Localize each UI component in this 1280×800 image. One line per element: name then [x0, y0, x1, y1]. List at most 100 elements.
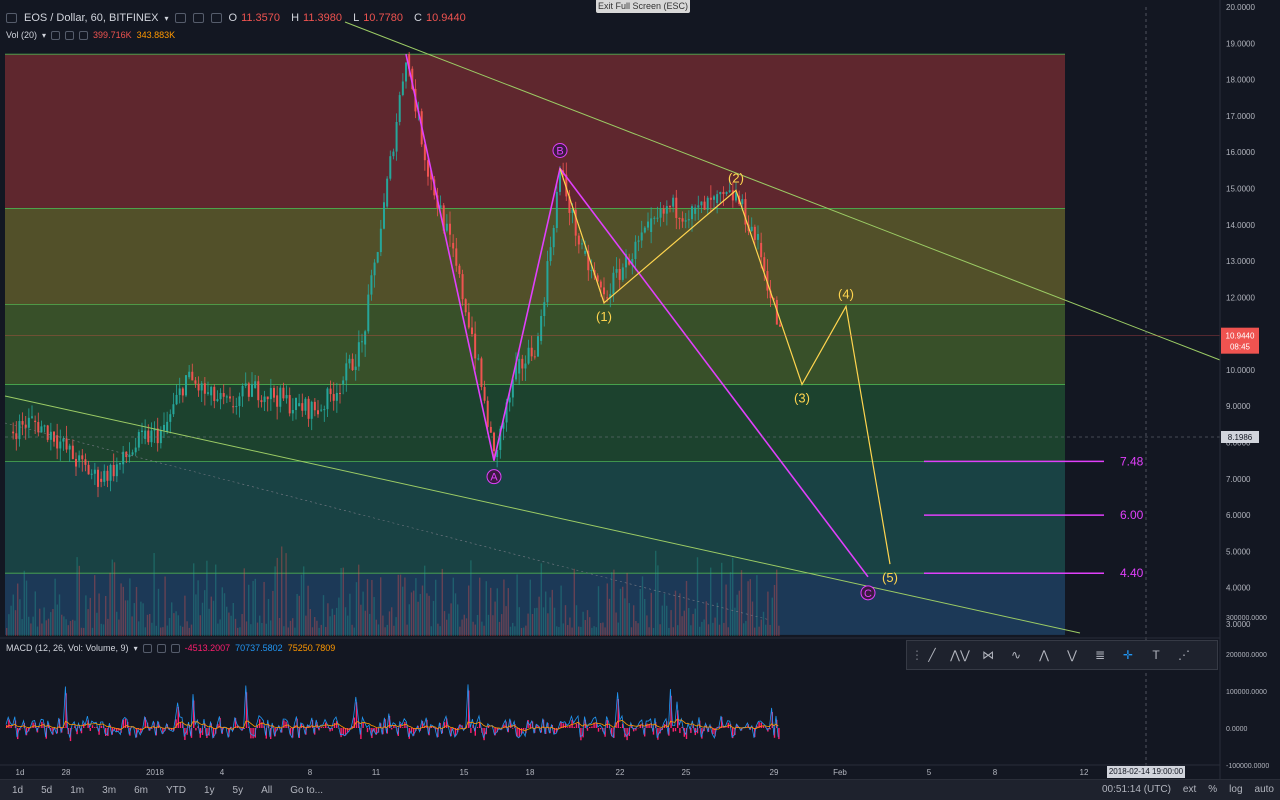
candle-body — [298, 403, 301, 407]
settings-icon[interactable] — [65, 30, 75, 40]
volume-bar — [182, 626, 184, 636]
settings-icon[interactable] — [192, 13, 204, 23]
volume-bar — [677, 625, 679, 636]
volume-bar — [173, 613, 175, 636]
go-to-button[interactable]: Go to... — [284, 785, 329, 796]
volume-bar — [540, 563, 542, 636]
node-tool-icon[interactable]: ⋰ — [1171, 643, 1197, 667]
volume-bar — [43, 607, 45, 636]
volume-bar — [637, 623, 639, 636]
volume-bar — [283, 626, 285, 636]
candle-body — [713, 196, 715, 200]
exit-fullscreen-button[interactable]: Exit Full Screen (ESC) — [596, 0, 690, 13]
volume-bar — [333, 614, 336, 636]
wave-1-5-tool-icon[interactable]: ∿ — [1003, 643, 1029, 667]
range-6m[interactable]: 6m — [128, 785, 154, 796]
volume-bar — [481, 621, 483, 636]
symbol-title[interactable]: EOS / Dollar, 60, BITFINEX — [24, 12, 159, 24]
candle-body — [49, 431, 52, 440]
volume-bar — [373, 597, 375, 636]
candle-body — [357, 342, 360, 367]
dropdown-caret-icon[interactable]: ▾ — [165, 14, 169, 23]
line-tool-icon[interactable]: ╱ — [919, 643, 945, 667]
volume-bar — [549, 597, 551, 636]
volume-bar — [393, 625, 395, 636]
range-ytd[interactable]: YTD — [160, 785, 192, 796]
volume-bar — [672, 627, 674, 636]
elliott-tool-icon[interactable]: ⋈ — [975, 643, 1001, 667]
collapse-icon[interactable] — [6, 13, 17, 23]
settings-icon[interactable] — [156, 643, 166, 653]
volume-bar — [626, 572, 628, 636]
macd-histogram-bar — [366, 728, 369, 733]
time-axis-label: 25 — [682, 768, 691, 777]
volume-bar — [679, 593, 681, 636]
text-tool-icon[interactable]: T — [1143, 643, 1169, 667]
macd-histogram-value: -4513.2007 — [184, 643, 231, 653]
chart-canvas[interactable]: A B C (1) (2) (3) (4) (5) 7.48 6.00 4.40 20.0000 19.… — [0, 0, 1280, 800]
volume-bar — [14, 610, 17, 636]
volume-bar — [221, 587, 223, 636]
eye-icon[interactable] — [174, 13, 186, 23]
candle-body — [757, 234, 759, 240]
crosshair-tool-icon[interactable]: ✛ — [1115, 643, 1141, 667]
volume-bar — [608, 598, 611, 636]
range-all[interactable]: All — [255, 785, 278, 796]
volume-bar — [85, 595, 87, 636]
range-5y[interactable]: 5y — [227, 785, 250, 796]
chart-area[interactable]: A B C (1) (2) (3) (4) (5) 7.48 6.00 4.40 20.0000 19.… — [0, 0, 1280, 800]
close-icon[interactable] — [79, 30, 89, 40]
volume-bar — [661, 605, 663, 636]
volume-bar — [659, 624, 661, 636]
pattern-tool-icon[interactable]: ⋀⋁ — [947, 643, 973, 667]
macd-histogram-bar — [179, 722, 182, 728]
fib-tool-icon[interactable]: ≣ — [1087, 643, 1113, 667]
toggle-log[interactable]: log — [1229, 784, 1242, 795]
volume-bar — [751, 601, 754, 636]
volume-bar — [670, 610, 672, 636]
range-1m[interactable]: 1m — [64, 785, 90, 796]
wave-abc-tool-icon[interactable]: ⋀ — [1031, 643, 1057, 667]
impulse-wave-label: (4) — [838, 286, 854, 301]
range-1d[interactable]: 1d — [6, 785, 29, 796]
candle-body — [728, 190, 731, 192]
candle-body — [301, 403, 304, 411]
volume-title[interactable]: Vol (20) — [6, 30, 37, 40]
macd-histogram-bar — [333, 723, 336, 728]
toggle-auto[interactable]: auto — [1255, 784, 1274, 795]
volume-bar — [28, 616, 30, 636]
ohlc-values: O 11.3570 H 11.3980 L 10.7780 C 10.9440 — [228, 12, 466, 24]
dropdown-caret-icon[interactable]: ▾ — [134, 644, 138, 653]
range-5d[interactable]: 5d — [35, 785, 58, 796]
volume-bar — [611, 572, 613, 636]
wave-abcd-tool-icon[interactable]: ⋁ — [1059, 643, 1085, 667]
toggle-percent[interactable]: % — [1208, 784, 1217, 795]
eye-icon[interactable] — [51, 30, 61, 40]
volume-bar — [487, 614, 490, 636]
volume-bar — [635, 621, 637, 636]
candle-body — [640, 232, 643, 241]
eye-icon[interactable] — [142, 643, 152, 653]
candle-body — [185, 375, 187, 396]
volume-bar — [19, 599, 21, 636]
volume-bar — [690, 625, 692, 636]
drag-handle-icon[interactable]: ⋮ — [911, 648, 923, 662]
candle-body — [452, 242, 455, 249]
volume-bar — [525, 625, 527, 636]
candle-body — [335, 392, 338, 401]
utc-clock[interactable]: 00:51:14 (UTC) — [1102, 784, 1171, 795]
dropdown-caret-icon[interactable]: ▾ — [42, 31, 46, 40]
more-icon[interactable] — [210, 13, 222, 23]
volume-bar — [47, 618, 50, 636]
range-3m[interactable]: 3m — [96, 785, 122, 796]
candle-body — [464, 299, 467, 313]
volume-bar — [633, 605, 635, 636]
candle-body — [621, 267, 624, 280]
toggle-ext[interactable]: ext — [1183, 784, 1196, 795]
range-1y[interactable]: 1y — [198, 785, 221, 796]
volume-bar — [602, 622, 604, 636]
volume-bar — [619, 588, 622, 636]
volume-bar — [428, 595, 430, 636]
close-icon[interactable] — [170, 643, 180, 653]
macd-title[interactable]: MACD (12, 26, Vol: Volume, 9) — [6, 643, 129, 653]
